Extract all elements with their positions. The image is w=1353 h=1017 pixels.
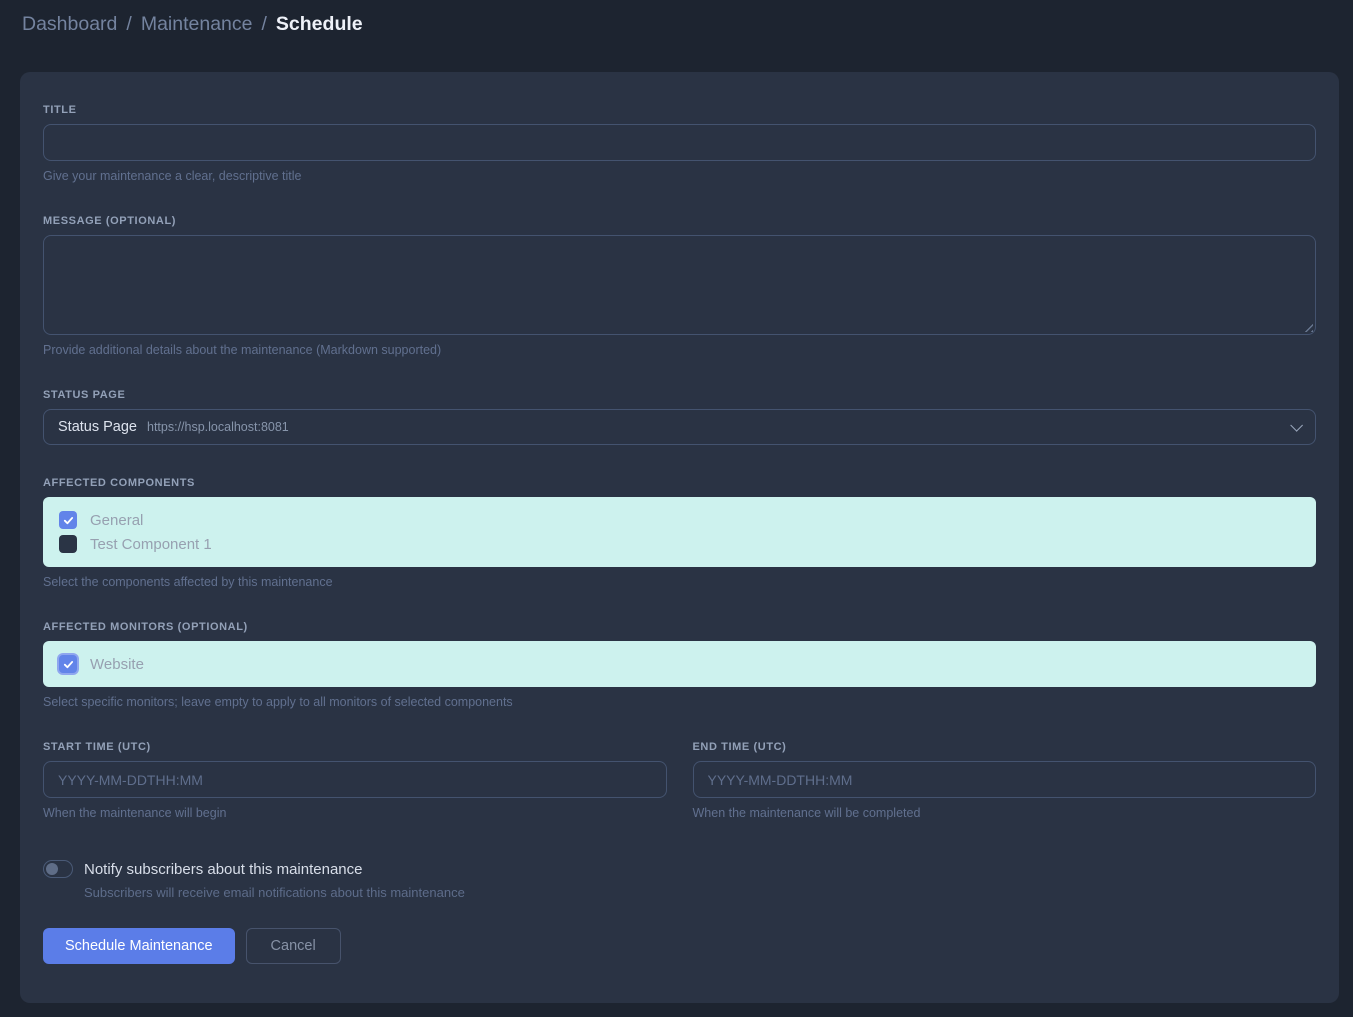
title-input[interactable] (43, 124, 1316, 161)
breadcrumb-separator: / (126, 13, 131, 36)
toggle-knob (46, 863, 58, 875)
breadcrumb-schedule-current: Schedule (276, 13, 363, 36)
component-option-label: General (90, 512, 143, 529)
breadcrumb-dashboard[interactable]: Dashboard (22, 13, 117, 36)
breadcrumb: Dashboard / Maintenance / Schedule (0, 0, 1353, 48)
affected-components-label: Affected Components (43, 477, 1316, 489)
title-helper-text: Give your maintenance a clear, descripti… (43, 169, 1316, 183)
checkbox-checked-icon[interactable] (59, 655, 77, 673)
component-option-label: Test Component 1 (90, 536, 212, 553)
component-option-test-component-1[interactable]: Test Component 1 (59, 535, 1300, 553)
status-page-field-group: Status Page Status Page https://hsp.loca… (43, 389, 1316, 445)
breadcrumb-separator: / (262, 13, 267, 36)
message-label: Message (optional) (43, 215, 1316, 227)
affected-monitors-helper-text: Select specific monitors; leave empty to… (43, 695, 1316, 709)
breadcrumb-maintenance[interactable]: Maintenance (141, 13, 253, 36)
monitor-option-label: Website (90, 656, 144, 673)
end-time-helper-text: When the maintenance will be completed (693, 806, 1317, 820)
start-time-label: Start Time (UTC) (43, 741, 667, 753)
end-time-input[interactable] (693, 761, 1317, 798)
message-field-group: Message (optional) Provide additional de… (43, 215, 1316, 357)
checkbox-unchecked-icon[interactable] (59, 535, 77, 553)
notify-subscribers-label: Notify subscribers about this maintenanc… (84, 861, 362, 878)
affected-monitors-box: Website (43, 641, 1316, 687)
monitor-option-website[interactable]: Website (59, 655, 1300, 673)
status-page-label: Status Page (43, 389, 1316, 401)
cancel-button[interactable]: Cancel (246, 928, 341, 964)
component-option-general[interactable]: General (59, 511, 1300, 529)
title-label: Title (43, 104, 1316, 116)
affected-components-group: Affected Components General Test Compone… (43, 477, 1316, 589)
end-time-field-group: End Time (UTC) When the maintenance will… (693, 741, 1317, 820)
form-actions: Schedule Maintenance Cancel (43, 928, 1316, 964)
chevron-down-icon (1290, 419, 1303, 432)
schedule-maintenance-button[interactable]: Schedule Maintenance (43, 928, 235, 964)
message-helper-text: Provide additional details about the mai… (43, 343, 1316, 357)
affected-monitors-label: Affected Monitors (optional) (43, 621, 1316, 633)
time-fields-row: Start Time (UTC) When the maintenance wi… (43, 741, 1316, 820)
notify-subscribers-toggle[interactable] (43, 860, 73, 878)
affected-components-helper-text: Select the components affected by this m… (43, 575, 1316, 589)
notify-subscribers-group: Notify subscribers about this maintenanc… (43, 860, 1316, 900)
affected-components-box: General Test Component 1 (43, 497, 1316, 567)
status-page-selected-name: Status Page (58, 419, 137, 435)
title-field-group: Title Give your maintenance a clear, des… (43, 104, 1316, 183)
start-time-field-group: Start Time (UTC) When the maintenance wi… (43, 741, 667, 820)
start-time-input[interactable] (43, 761, 667, 798)
start-time-helper-text: When the maintenance will begin (43, 806, 667, 820)
checkbox-checked-icon[interactable] (59, 511, 77, 529)
status-page-select[interactable]: Status Page https://hsp.localhost:8081 (43, 409, 1316, 445)
notify-subscribers-helper-text: Subscribers will receive email notificat… (84, 885, 1316, 900)
affected-monitors-group: Affected Monitors (optional) Website Sel… (43, 621, 1316, 709)
status-page-selected-url: https://hsp.localhost:8081 (147, 420, 289, 434)
schedule-maintenance-form: Title Give your maintenance a clear, des… (20, 72, 1339, 1003)
end-time-label: End Time (UTC) (693, 741, 1317, 753)
message-textarea[interactable] (43, 235, 1316, 335)
